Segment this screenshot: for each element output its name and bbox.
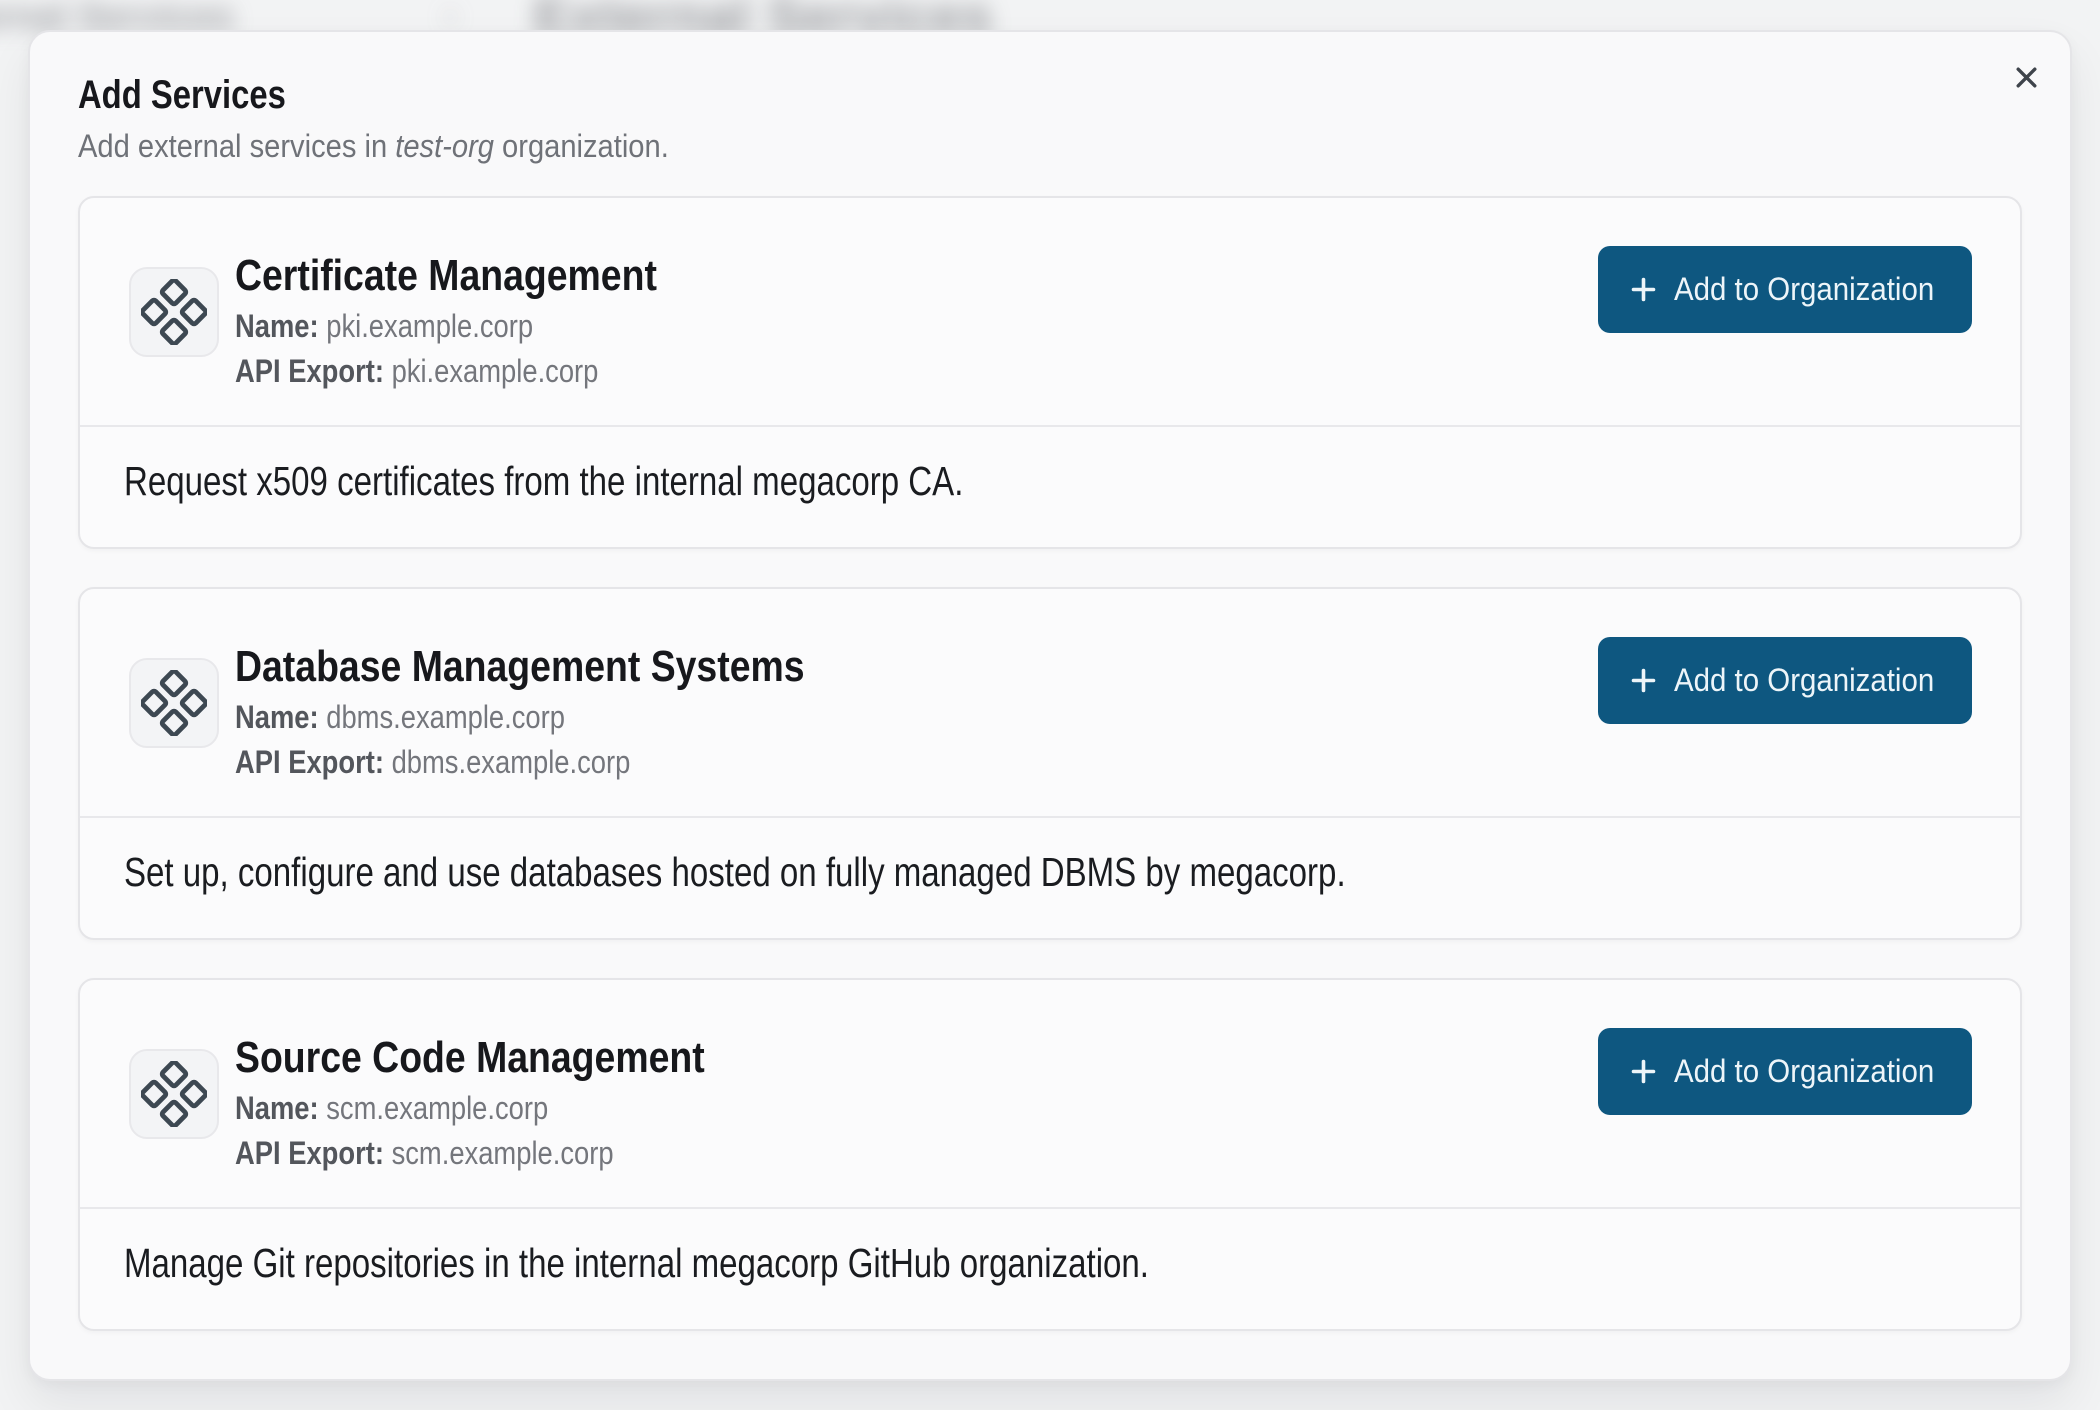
service-icon-tile <box>129 658 219 748</box>
service-title: Database Management Systems <box>235 639 805 695</box>
service-api-export-label: API Export: <box>235 744 384 780</box>
service-description-text: Set up, configure and use databases host… <box>124 843 1346 901</box>
service-list: Certificate Management Name: pki.example… <box>78 196 2022 1331</box>
plus-icon <box>1631 1059 1656 1084</box>
service-name-label: Name: <box>235 1090 319 1126</box>
add-to-organization-button[interactable]: Add to Organization <box>1598 637 1972 724</box>
service-api-export-label: API Export: <box>235 353 384 389</box>
service-card-text: Certificate Management Name: pki.example… <box>235 248 731 394</box>
service-name-value: dbms.example.corp <box>326 699 565 735</box>
service-card-text: Source Code Management Name: scm.example… <box>235 1030 788 1176</box>
service-api-export-row: API Export: scm.example.corp <box>235 1131 707 1176</box>
service-api-export-value: scm.example.corp <box>392 1135 614 1171</box>
add-to-organization-button[interactable]: Add to Organization <box>1598 1028 1972 1115</box>
service-name-row: Name: pki.example.corp <box>235 304 659 349</box>
org-name: test-org <box>395 128 494 164</box>
service-icon <box>141 279 207 345</box>
subtitle-prefix: Add external services in <box>78 128 395 164</box>
service-description: Request x509 certificates from the inter… <box>80 427 2020 510</box>
service-description: Set up, configure and use databases host… <box>80 818 2020 901</box>
service-description-text: Manage Git repositories in the internal … <box>124 1234 1149 1292</box>
service-card: Database Management Systems Name: dbms.e… <box>78 587 2022 940</box>
service-name-row: Name: dbms.example.corp <box>235 695 808 740</box>
service-icon <box>141 1061 207 1127</box>
dialog-title: Add Services <box>78 71 1672 119</box>
dialog-subtitle: Add external services in test-org organi… <box>78 122 1847 170</box>
service-api-export-value: dbms.example.corp <box>392 744 631 780</box>
close-icon <box>2016 67 2037 88</box>
service-description: Manage Git repositories in the internal … <box>80 1209 2020 1292</box>
service-api-export-value: pki.example.corp <box>392 353 599 389</box>
service-card: Source Code Management Name: scm.example… <box>78 978 2022 1331</box>
service-name-row: Name: scm.example.corp <box>235 1086 707 1131</box>
service-card-header: Source Code Management Name: scm.example… <box>80 980 2020 1209</box>
service-name-label: Name: <box>235 699 319 735</box>
add-to-organization-label: Add to Organization <box>1674 1053 1934 1090</box>
service-description-text: Request x509 certificates from the inter… <box>124 452 963 510</box>
service-card: Certificate Management Name: pki.example… <box>78 196 2022 549</box>
add-to-organization-button[interactable]: Add to Organization <box>1598 246 1972 333</box>
service-icon-tile <box>129 267 219 357</box>
close-button[interactable] <box>2007 58 2045 96</box>
service-api-export-row: API Export: dbms.example.corp <box>235 740 808 785</box>
service-card-text: Database Management Systems Name: dbms.e… <box>235 639 905 785</box>
service-api-export-label: API Export: <box>235 1135 384 1171</box>
service-api-export-row: API Export: pki.example.corp <box>235 349 659 394</box>
add-services-dialog: Add Services Add external services in te… <box>28 30 2072 1381</box>
service-icon <box>141 670 207 736</box>
service-title: Certificate Management <box>235 248 657 304</box>
service-card-header: Database Management Systems Name: dbms.e… <box>80 589 2020 818</box>
service-icon-tile <box>129 1049 219 1139</box>
plus-icon <box>1631 277 1656 302</box>
service-name-value: scm.example.corp <box>326 1090 548 1126</box>
service-name-value: pki.example.corp <box>326 308 533 344</box>
service-card-header: Certificate Management Name: pki.example… <box>80 198 2020 427</box>
service-name-label: Name: <box>235 308 319 344</box>
subtitle-suffix: organization. <box>494 128 669 164</box>
add-to-organization-label: Add to Organization <box>1674 271 1934 308</box>
add-to-organization-label: Add to Organization <box>1674 662 1934 699</box>
plus-icon <box>1631 668 1656 693</box>
service-title: Source Code Management <box>235 1030 705 1086</box>
